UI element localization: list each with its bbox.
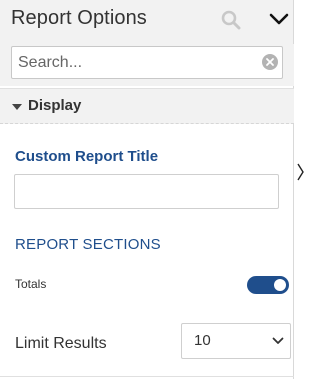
search-bar: [0, 44, 294, 86]
search-input[interactable]: [18, 52, 253, 74]
custom-report-title-label: Custom Report Title: [15, 148, 159, 165]
panel-title: Report Options: [11, 7, 147, 29]
report-sections-heading: REPORT SECTIONS: [15, 236, 161, 253]
toggle-knob: [274, 279, 286, 291]
custom-report-title-input[interactable]: [14, 174, 279, 209]
divider: [0, 376, 294, 377]
limit-results-select[interactable]: 10: [181, 323, 291, 359]
clear-x-glyph: [266, 58, 274, 66]
clear-icon[interactable]: [262, 54, 278, 70]
text-cursor-icon: [297, 163, 304, 181]
chevron-down-icon[interactable]: [268, 11, 290, 27]
display-section-label: Display: [28, 97, 82, 114]
caret-down-icon: [12, 104, 22, 110]
panel-header: Report Options: [0, 0, 293, 44]
search-box: [11, 46, 283, 79]
display-section-header[interactable]: Display: [0, 88, 294, 124]
limit-results-value: 10: [194, 332, 211, 349]
search-icon[interactable]: [221, 10, 241, 30]
totals-toggle[interactable]: [247, 276, 289, 294]
limit-results-label: Limit Results: [15, 335, 107, 352]
report-options-panel: Report Options Display Custom Report Tit…: [0, 0, 294, 379]
totals-label: Totals: [15, 277, 47, 291]
chevron-down-icon: [272, 337, 284, 344]
